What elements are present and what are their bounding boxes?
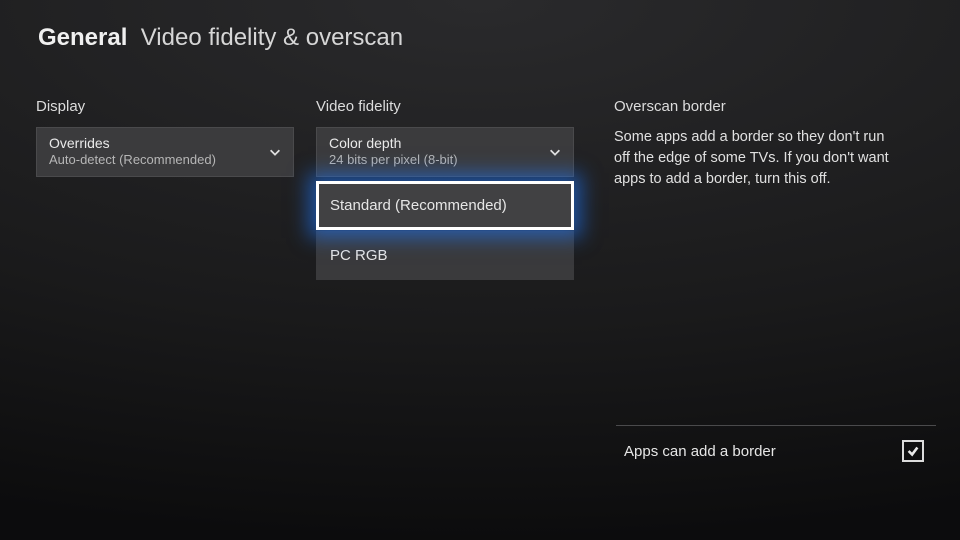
color-space-options: Standard (Recommended) PC RGB xyxy=(316,181,574,280)
color-space-option-standard[interactable]: Standard (Recommended) xyxy=(316,181,574,230)
overscan-toggle-row[interactable]: Apps can add a border xyxy=(616,425,936,476)
overrides-dropdown[interactable]: Overrides Auto-detect (Recommended) xyxy=(36,127,294,177)
overscan-toggle-label: Apps can add a border xyxy=(624,443,776,460)
color-space-option-pcrgb[interactable]: PC RGB xyxy=(316,230,574,280)
overrides-value: Auto-detect (Recommended) xyxy=(49,153,216,168)
header-category: General xyxy=(38,24,127,51)
display-section-label: Display xyxy=(36,98,294,115)
fidelity-column: Video fidelity Color depth 24 bits per p… xyxy=(316,98,574,280)
display-column: Display Overrides Auto-detect (Recommend… xyxy=(36,98,294,280)
fidelity-section-label: Video fidelity xyxy=(316,98,574,115)
page-header: General Video fidelity & overscan xyxy=(0,0,960,52)
header-title: Video fidelity & overscan xyxy=(141,24,403,51)
color-depth-dropdown[interactable]: Color depth 24 bits per pixel (8-bit) xyxy=(316,127,574,177)
overscan-section-label: Overscan border xyxy=(614,98,934,115)
color-depth-value: 24 bits per pixel (8-bit) xyxy=(329,153,458,168)
overscan-checkbox[interactable] xyxy=(902,440,924,462)
overscan-description: Some apps add a border so they don't run… xyxy=(614,127,934,190)
color-depth-label: Color depth xyxy=(329,135,458,151)
overscan-column: Overscan border Some apps add a border s… xyxy=(614,98,934,280)
chevron-down-icon xyxy=(547,144,563,160)
chevron-down-icon xyxy=(267,144,283,160)
overrides-label: Overrides xyxy=(49,135,216,151)
